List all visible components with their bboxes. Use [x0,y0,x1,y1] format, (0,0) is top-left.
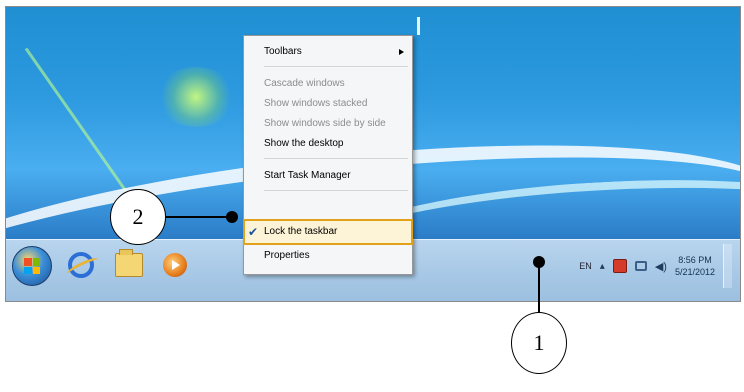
menu-item-show-desktop[interactable]: Show the desktop [244,134,412,154]
callout-1-number: 1 [533,330,545,355]
callout-1-circle: 1 [511,312,567,374]
callout-2-leader-line [166,216,232,218]
clock[interactable]: 8:56 PM 5/21/2012 [675,254,715,278]
menu-item-label: Show windows side by side [264,118,386,129]
submenu-arrow-icon [399,49,404,55]
callout-2-number: 2 [132,204,144,229]
taskbar-context-menu: Toolbars Cascade windows Show windows st… [243,35,413,275]
menu-item-label: Toolbars [264,46,302,57]
checkmark-icon: ✔ [248,225,259,239]
callout-2-pointer-dot [226,211,238,223]
menu-item-cascade-windows[interactable]: Cascade windows [244,74,412,94]
clock-date: 5/21/2012 [674,267,715,277]
callout-1-leader-line [538,262,540,314]
menu-item-label: Show windows stacked [264,98,368,109]
menu-item-label: Start Task Manager [264,170,351,181]
menu-separator [264,158,408,159]
callout-2-circle: 2 [110,189,166,245]
windows-flag-icon [24,258,40,274]
menu-item-label: Properties [264,250,310,261]
menu-item-label: Cascade windows [264,78,345,89]
menu-item-label: Show the desktop [264,138,344,149]
screenshot-frame: EN ▴ ◀) 8:56 PM 5/21/2012 Toolbars Casca… [5,6,741,302]
menu-item-show-windows-side-by-side[interactable]: Show windows side by side [244,114,412,134]
taskbar-resize-marker [417,17,420,35]
menu-item-properties[interactable]: Properties [244,246,412,266]
language-indicator[interactable]: EN [579,261,592,271]
internet-explorer-icon[interactable] [64,248,98,282]
menu-separator [264,66,408,67]
windows-orb-icon[interactable] [12,246,52,286]
media-player-icon[interactable] [158,248,192,282]
clock-time: 8:56 PM [678,255,712,265]
wallpaper-glow [156,67,236,127]
action-center-icon[interactable] [612,259,627,273]
folder-icon[interactable] [112,248,146,282]
menu-item-start-task-manager[interactable]: Start Task Manager [244,166,412,186]
menu-item-show-windows-stacked[interactable]: Show windows stacked [244,94,412,114]
network-icon[interactable] [634,261,647,271]
notification-area: EN ▴ ◀) 8:56 PM 5/21/2012 [579,244,732,288]
menu-item-label: Lock the taskbar [264,226,338,237]
menu-item-toolbars[interactable]: Toolbars [244,42,412,62]
show-hidden-icons-icon[interactable]: ▴ [600,261,605,272]
menu-item-lock-taskbar[interactable]: ✔ Lock the taskbar [243,219,413,245]
volume-icon[interactable]: ◀) [655,260,667,273]
menu-separator [264,190,408,191]
show-desktop-button[interactable] [723,244,732,288]
